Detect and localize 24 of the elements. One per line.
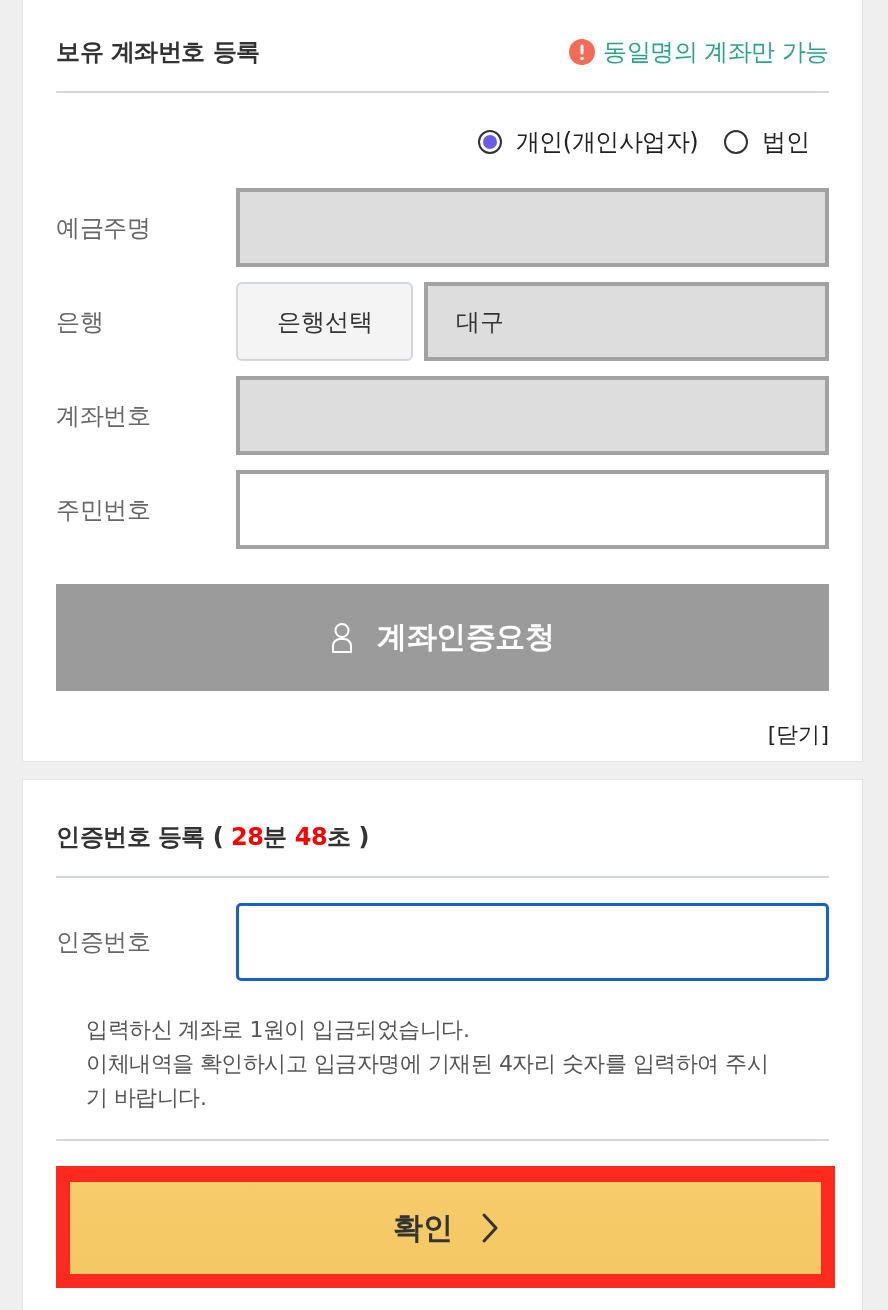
- input-field[interactable]: [236, 188, 829, 267]
- field-label: 계좌번호: [56, 400, 151, 432]
- radio-label[interactable]: 법인: [762, 125, 809, 159]
- bank-select-button[interactable]: 은행선택: [236, 282, 413, 361]
- radio-button[interactable]: [477, 130, 502, 154]
- input-field[interactable]: [236, 470, 829, 549]
- instruction-text: 입력하신 계좌로 1원이 입금되었습니다. 이체내역을 확인하시고 입금자명에 기재된 4자리 숫자를 입력하여 주시기 바랍니다.: [85, 1016, 770, 1112]
- radio-label[interactable]: 개인(개인사업자): [515, 125, 698, 159]
- section-title: 보유 계좌번호 등록: [56, 37, 260, 68]
- radio-button[interactable]: [724, 130, 748, 154]
- section-title: 인증번호 등록 ( 28분 48초 ): [56, 822, 370, 853]
- warning-icon: [569, 39, 596, 65]
- field-label: 은행: [56, 306, 104, 338]
- confirm-button[interactable]: 확인: [70, 1182, 821, 1274]
- person-icon: [331, 621, 353, 654]
- field-label: 주민번호: [56, 494, 151, 526]
- field-label: 인증번호: [56, 927, 151, 958]
- input-field[interactable]: 대구: [424, 282, 829, 361]
- field-label: 예금주명: [56, 212, 151, 244]
- input-field[interactable]: [236, 376, 829, 455]
- input-field[interactable]: [236, 903, 829, 981]
- close-link[interactable]: [닫기]: [767, 721, 829, 749]
- notice-text: 동일명의 계좌만 가능: [603, 37, 829, 68]
- chevron-right-icon: [480, 1212, 499, 1244]
